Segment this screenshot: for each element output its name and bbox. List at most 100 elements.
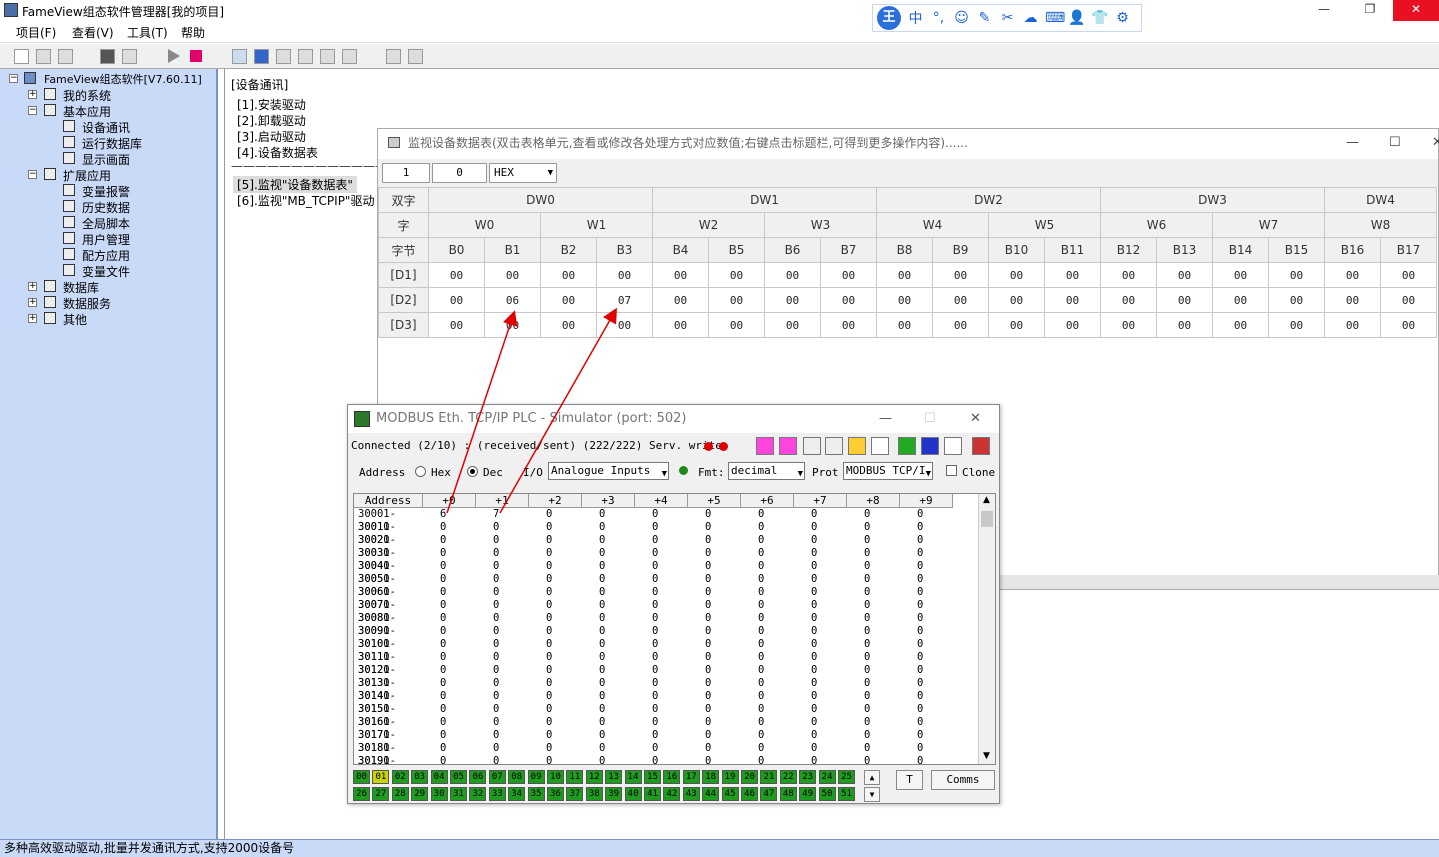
register-value[interactable]: 0 xyxy=(864,586,870,599)
register-value[interactable]: 0 xyxy=(917,690,923,703)
coil-indicator[interactable]: 01 xyxy=(372,770,390,784)
coil-indicator[interactable]: 27 xyxy=(372,787,390,801)
scroll-down-icon[interactable]: ▼ xyxy=(983,751,990,761)
register-scrollbar[interactable]: ▲ ▼ xyxy=(978,494,995,764)
coil-indicator[interactable]: 36 xyxy=(547,787,564,801)
register-value[interactable]: 0 xyxy=(917,651,923,664)
register-value[interactable]: 0 xyxy=(493,690,499,703)
coil-indicator[interactable]: 49 xyxy=(799,787,817,801)
register-value[interactable]: 0 xyxy=(440,534,446,547)
register-value[interactable]: 0 xyxy=(917,521,923,534)
register-value[interactable]: 0 xyxy=(599,560,605,573)
monitor-maximize-button[interactable]: ☐ xyxy=(1389,129,1401,157)
data-cell[interactable]: 00 xyxy=(652,287,709,313)
data-cell[interactable]: 00 xyxy=(1380,312,1437,338)
coil-indicator[interactable]: 21 xyxy=(760,770,778,784)
register-value[interactable]: 0 xyxy=(758,547,764,560)
doc-icon[interactable] xyxy=(298,49,313,64)
data-cell[interactable]: 00 xyxy=(596,312,653,338)
save-icon[interactable] xyxy=(58,49,73,64)
comm-item-monitor-table[interactable]: [5].监视"设备数据表" xyxy=(233,176,357,193)
data-cell[interactable]: 00 xyxy=(932,262,989,288)
data-cell[interactable]: 00 xyxy=(988,312,1045,338)
coil-indicator[interactable]: 09 xyxy=(527,770,545,784)
register-value[interactable]: 0 xyxy=(917,573,923,586)
coil-indicator[interactable]: 00 xyxy=(353,770,370,784)
register-value[interactable]: 0 xyxy=(758,716,764,729)
register-value[interactable]: 0 xyxy=(440,703,446,716)
chart-icon[interactable] xyxy=(232,49,247,64)
register-value[interactable]: 0 xyxy=(917,716,923,729)
prot-select[interactable]: MODBUS TCP/I ▼ xyxy=(843,462,933,480)
data-cell[interactable]: 00 xyxy=(484,262,541,288)
modbus-icon[interactable] xyxy=(898,437,916,455)
register-value[interactable]: 0 xyxy=(493,521,499,534)
register-value[interactable]: 0 xyxy=(440,690,446,703)
data-cell[interactable]: 00 xyxy=(1268,287,1325,313)
register-value[interactable]: 0 xyxy=(440,547,446,560)
register-value[interactable]: 0 xyxy=(864,716,870,729)
sim-minimize-button[interactable]: — xyxy=(879,405,892,433)
coil-indicator[interactable]: 34 xyxy=(508,787,526,801)
register-value[interactable]: 0 xyxy=(705,599,711,612)
coil-indicator[interactable]: 12 xyxy=(585,770,603,784)
data-cell[interactable]: 00 xyxy=(1380,287,1437,313)
register-value[interactable]: 0 xyxy=(705,703,711,716)
coil-scroll-down[interactable]: ▼ xyxy=(864,787,880,802)
register-value[interactable]: 0 xyxy=(599,573,605,586)
expand-icon[interactable]: − xyxy=(28,170,37,179)
format-select[interactable]: HEX ▼ xyxy=(489,163,557,183)
data-cell[interactable]: 00 xyxy=(1324,287,1381,313)
register-value[interactable]: 0 xyxy=(546,651,552,664)
register-value[interactable]: 0 xyxy=(705,729,711,742)
register-value[interactable]: 0 xyxy=(493,586,499,599)
register-value[interactable]: 0 xyxy=(652,612,658,625)
register-value[interactable]: 0 xyxy=(652,755,658,764)
coil-indicator[interactable]: 37 xyxy=(566,787,584,801)
register-value[interactable]: 0 xyxy=(546,586,552,599)
register-value[interactable]: 0 xyxy=(705,742,711,755)
register-value[interactable]: 0 xyxy=(546,664,552,677)
data-cell[interactable]: 07 xyxy=(596,287,653,313)
register-value[interactable]: 0 xyxy=(758,638,764,651)
register-value[interactable]: 0 xyxy=(705,586,711,599)
data-cell[interactable]: 00 xyxy=(1100,312,1157,338)
network-icon[interactable] xyxy=(342,49,357,64)
register-value[interactable]: 0 xyxy=(864,703,870,716)
register-value[interactable]: 0 xyxy=(493,664,499,677)
register-value[interactable]: 0 xyxy=(811,651,817,664)
register-value[interactable]: 0 xyxy=(758,651,764,664)
monitor-icon[interactable] xyxy=(921,437,939,455)
register-value[interactable]: 0 xyxy=(652,599,658,612)
run-icon[interactable] xyxy=(168,49,180,63)
ime-cloud-icon[interactable]: ☁ xyxy=(1022,10,1039,26)
close-button[interactable]: ✕ xyxy=(1393,0,1439,21)
register-value[interactable]: 0 xyxy=(440,729,446,742)
coil-indicator[interactable]: 30 xyxy=(430,787,448,801)
register-value[interactable]: 0 xyxy=(652,625,658,638)
data-cell[interactable]: 00 xyxy=(764,287,821,313)
data-cell[interactable]: 00 xyxy=(652,312,709,338)
register-value[interactable]: 0 xyxy=(652,742,658,755)
coil-indicator[interactable]: 03 xyxy=(411,770,429,784)
coil-indicator[interactable]: 26 xyxy=(353,787,370,801)
tree-item-label[interactable]: 其他 xyxy=(63,311,87,328)
tree-item-label[interactable]: 运行数据库 xyxy=(82,135,142,152)
data-cell[interactable]: 00 xyxy=(1044,262,1101,288)
register-value[interactable]: 0 xyxy=(493,599,499,612)
scroll-up-icon[interactable]: ▲ xyxy=(983,495,990,505)
tree-item-label[interactable]: 数据库 xyxy=(63,279,99,296)
register-value[interactable]: 0 xyxy=(546,677,552,690)
person-icon[interactable] xyxy=(848,437,866,455)
register-value[interactable]: 0 xyxy=(599,729,605,742)
tree-item-label[interactable]: 设备通讯 xyxy=(82,119,130,136)
register-value[interactable]: 0 xyxy=(917,664,923,677)
register-value[interactable]: 0 xyxy=(811,703,817,716)
data-cell[interactable]: 00 xyxy=(876,312,933,338)
register-value[interactable]: 0 xyxy=(440,638,446,651)
register-value[interactable]: 0 xyxy=(705,664,711,677)
register-value[interactable]: 0 xyxy=(705,625,711,638)
register-value[interactable]: 0 xyxy=(864,690,870,703)
register-value[interactable]: 0 xyxy=(546,742,552,755)
register-value[interactable]: 0 xyxy=(493,573,499,586)
